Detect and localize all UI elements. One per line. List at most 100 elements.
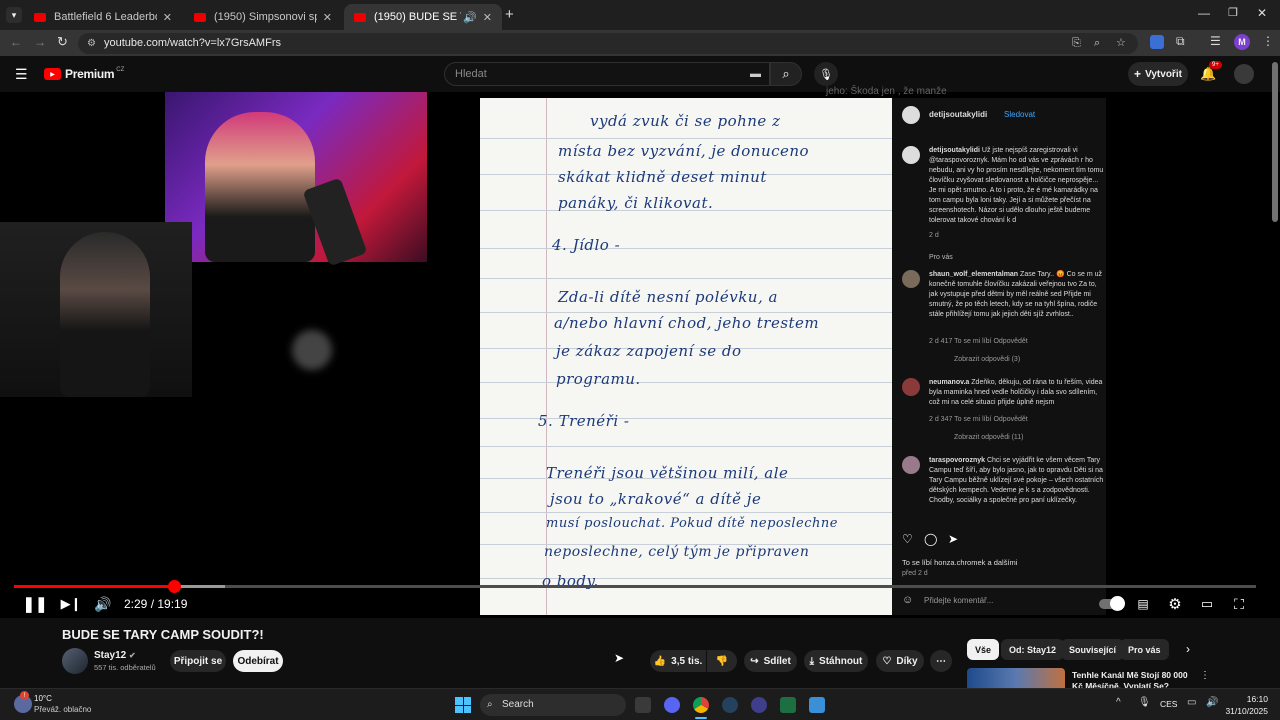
- excel-app-icon[interactable]: [780, 697, 796, 713]
- chip-related[interactable]: Související: [1061, 639, 1125, 660]
- extensions-puzzle-icon[interactable]: ⧉: [1176, 34, 1185, 49]
- ig-comment: shaun_wolf_elementalman Zase Tary.. 😡 Co…: [929, 271, 1103, 318]
- video-player[interactable]: jeho: Škoda jen , že manže vydá zvuk či …: [0, 86, 1280, 618]
- create-button[interactable]: + Vytvořit: [1128, 62, 1188, 86]
- hamburger-menu-icon[interactable]: ☰: [15, 66, 28, 83]
- new-tab-button[interactable]: +: [505, 6, 514, 23]
- ig-view-replies[interactable]: Zobrazit odpovědi (11): [954, 434, 1024, 441]
- heart-icon[interactable]: ♡: [902, 532, 913, 546]
- autoplay-toggle[interactable]: [1098, 594, 1125, 614]
- restore-window-button[interactable]: ❐: [1228, 6, 1238, 19]
- clock-date[interactable]: 31/10/2025: [1222, 706, 1268, 716]
- ig-comment-age: 2 d: [929, 232, 939, 239]
- next-video-menu-icon[interactable]: ⋮: [1200, 670, 1210, 681]
- speaker-tray-icon[interactable]: 🔊: [1206, 697, 1218, 708]
- back-icon[interactable]: ←: [10, 35, 22, 49]
- youtube-logo[interactable]: ▶ Premium CZ: [44, 67, 124, 81]
- next-video-button[interactable]: ▶❙: [61, 594, 82, 614]
- microphone-tray-icon[interactable]: 🎙: [1138, 697, 1151, 708]
- site-info-icon[interactable]: ⚙: [87, 33, 96, 54]
- join-button[interactable]: Připojit se: [170, 650, 226, 672]
- chip-for-you[interactable]: Pro vás: [1120, 639, 1169, 660]
- like-button[interactable]: 👍 3,5 tis.: [650, 650, 706, 672]
- bookmark-star-icon[interactable]: ☆: [1116, 33, 1126, 54]
- page-scrollbar[interactable]: [1272, 62, 1278, 222]
- keyboard-icon[interactable]: ▬: [750, 63, 761, 85]
- language-indicator[interactable]: CES: [1160, 699, 1177, 709]
- close-window-button[interactable]: ✕: [1257, 6, 1267, 20]
- account-avatar[interactable]: [1234, 64, 1254, 84]
- address-bar[interactable]: ⚙ youtube.com/watch?v=lx7GrsAMFrs ⎘ ⌕ ☆: [78, 33, 1138, 54]
- search-button[interactable]: ⌕: [770, 62, 802, 86]
- browser-tab-battlefield[interactable]: Battlefield 6 Leaderboard All Bo ✕: [24, 4, 182, 30]
- ig-comment-meta: 2 d 347 To se mi líbí Odpovědět: [929, 416, 1028, 423]
- browser-tab-simpsonovi[interactable]: (1950) Simpsonovi speciální čas ✕: [184, 4, 342, 30]
- clock-time[interactable]: 16:10: [1222, 694, 1268, 704]
- windows-start-icon[interactable]: [455, 697, 471, 713]
- comment-bubble-icon[interactable]: ◯: [924, 532, 937, 546]
- tab-audio-icon[interactable]: 🔊: [463, 11, 477, 24]
- discord-app-icon[interactable]: [664, 697, 680, 713]
- reload-icon[interactable]: ↻: [57, 34, 68, 50]
- dislike-button[interactable]: 👎: [707, 650, 737, 672]
- chips-next-chevron-icon[interactable]: ›: [1186, 642, 1190, 656]
- channel-name[interactable]: Stay12 ✔: [94, 650, 136, 661]
- start-tile: [463, 697, 471, 705]
- video-progress-bar[interactable]: [14, 580, 1256, 593]
- ig-comment-input[interactable]: Přidejte komentář...: [924, 596, 993, 605]
- fullscreen-icon[interactable]: ⛶: [1230, 594, 1248, 614]
- youtube-favicon-icon: [194, 12, 206, 22]
- extension-icon[interactable]: [1150, 35, 1164, 49]
- browser-menu-icon[interactable]: ⋮: [1262, 34, 1274, 48]
- taskbar-search-box[interactable]: ⌕ Search: [480, 694, 626, 716]
- channel-avatar[interactable]: [62, 648, 88, 674]
- task-view-icon[interactable]: [635, 697, 651, 713]
- ig-view-replies[interactable]: Zobrazit odpovědi (3): [954, 356, 1020, 363]
- reading-list-icon[interactable]: ☰: [1210, 34, 1221, 48]
- share-button[interactable]: ↪ Sdílet: [744, 650, 797, 672]
- start-tile: [463, 705, 471, 713]
- next-video-thumbnail[interactable]: [967, 668, 1065, 688]
- download-button[interactable]: ⤓ Stáhnout: [804, 650, 868, 672]
- forward-icon[interactable]: →: [34, 35, 46, 49]
- close-tab-icon[interactable]: ✕: [483, 11, 492, 24]
- next-video-title[interactable]: Tenhle Kanál Mě Stojí 80 000 Kč Měsíčně.…: [1072, 670, 1196, 688]
- theater-mode-icon[interactable]: ▭: [1198, 594, 1216, 614]
- steam-app-icon[interactable]: [722, 697, 738, 713]
- start-tile: [455, 705, 463, 713]
- pause-button[interactable]: ❚❚: [22, 594, 47, 614]
- install-app-icon[interactable]: ⎘: [1072, 33, 1081, 54]
- more-actions-button[interactable]: ⋯: [930, 650, 952, 672]
- browser-toolbar: ← → ↻ ⚙ youtube.com/watch?v=lx7GrsAMFrs …: [0, 30, 1280, 56]
- youtube-play-logo-icon: ▶: [44, 68, 61, 80]
- minimize-window-button[interactable]: —: [1198, 6, 1210, 20]
- chip-from-channel[interactable]: Od: Stay12: [1001, 639, 1065, 660]
- settings-gear-icon[interactable]: ⚙: [1166, 594, 1184, 614]
- ig-follow-link: Sledovat: [1004, 110, 1036, 119]
- tray-overflow-chevron-icon[interactable]: ^: [1116, 697, 1121, 708]
- close-tab-icon[interactable]: ✕: [323, 11, 332, 24]
- chrome-app-icon[interactable]: [693, 697, 709, 713]
- thanks-button[interactable]: ♡ Díky: [876, 650, 924, 672]
- voice-search-button[interactable]: 🎙: [814, 62, 838, 86]
- subtitles-icon[interactable]: ▤: [1134, 594, 1152, 614]
- zoom-icon[interactable]: ⌕: [1094, 33, 1100, 54]
- video-title: BUDE SE TARY CAMP SOUDIT?!: [62, 627, 264, 642]
- subscribe-button[interactable]: Odebírat: [233, 650, 283, 672]
- tab-list-chevron-icon[interactable]: ▾: [6, 7, 22, 23]
- ig-comment-avatar: [902, 456, 920, 474]
- photos-app-icon[interactable]: [809, 697, 825, 713]
- emoji-icon[interactable]: ☺: [902, 594, 913, 606]
- volume-icon[interactable]: 🔊: [94, 594, 112, 614]
- browser-tab-active[interactable]: (1950) BUDE SE TARY CAMP 🔊 ✕: [344, 4, 502, 30]
- url-text: youtube.com/watch?v=lx7GrsAMFrs: [104, 37, 281, 49]
- network-icon[interactable]: ▭: [1187, 697, 1196, 708]
- profile-avatar[interactable]: M: [1234, 34, 1250, 50]
- close-tab-icon[interactable]: ✕: [163, 11, 172, 24]
- search-input[interactable]: Hledat ▬: [444, 62, 770, 86]
- app-icon[interactable]: [751, 697, 767, 713]
- send-icon[interactable]: ➤: [948, 532, 958, 546]
- chip-all[interactable]: Vše: [967, 639, 1000, 660]
- youtube-favicon-icon: [354, 12, 366, 22]
- ig-comment-avatar: [902, 146, 920, 164]
